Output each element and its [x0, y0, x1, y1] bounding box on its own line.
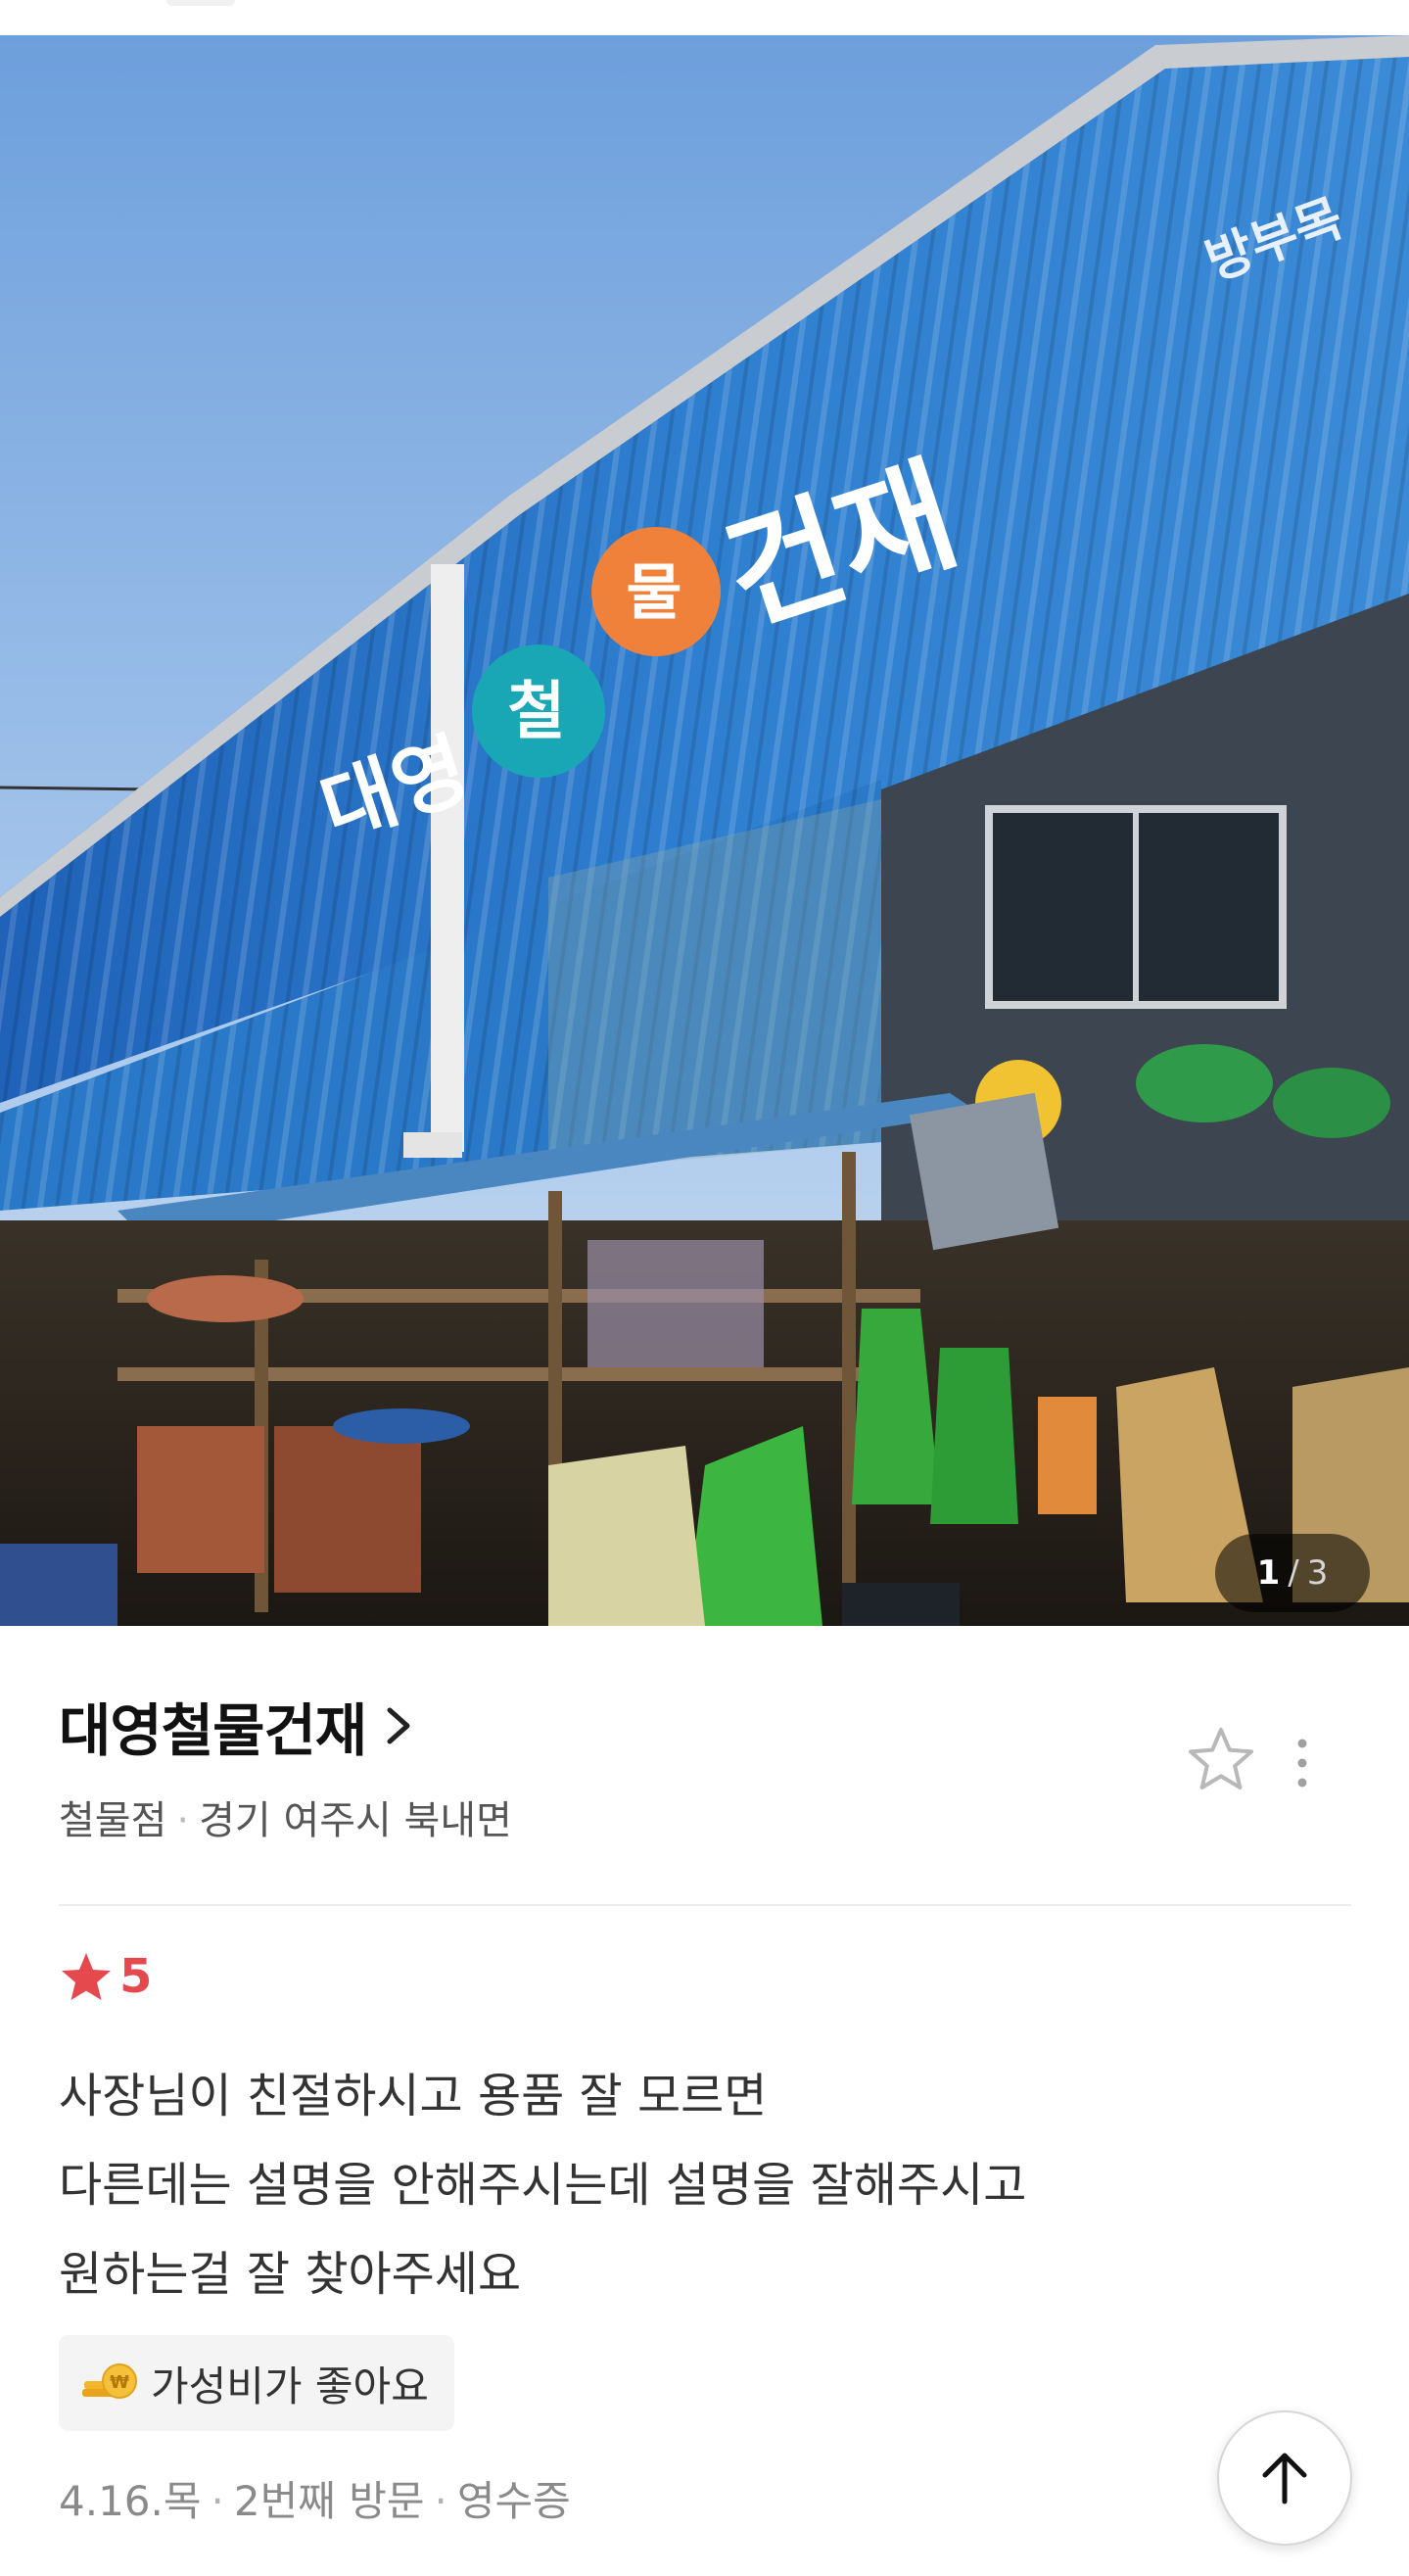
more-vertical-icon[interactable] [1283, 1734, 1322, 1792]
svg-text:철: 철 [508, 676, 566, 748]
review-tag-chip: ₩ 가성비가 좋아요 [59, 2335, 454, 2431]
review-line: 사장님이 친절하시고 용품 잘 모르면 [59, 2069, 768, 2123]
review-text: 사장님이 친절하시고 용품 잘 모르면 다른데는 설명을 안해주시는데 설명을 … [59, 2052, 1332, 2319]
place-info: 대영철물건재 철물점 · 경기 여주시 북내면 [59, 1685, 1351, 1845]
top-bar [0, 0, 1409, 35]
svg-text:₩: ₩ [110, 2372, 129, 2393]
scroll-top-button[interactable] [1217, 2410, 1352, 2546]
meta-separator: · [176, 1798, 190, 1843]
drag-handle [166, 0, 235, 6]
photo-counter-current: 1 [1256, 1553, 1281, 1593]
review-footer: 4.16.목 · 2번째 방문 · 영수증 [59, 2468, 571, 2528]
place-meta: 철물점 · 경기 여주시 북내면 [59, 1789, 1351, 1845]
review-proof: 영수증 [456, 2477, 571, 2525]
coins-icon: ₩ [82, 2363, 137, 2399]
section-divider [59, 1904, 1351, 1906]
review-tag-label: 가성비가 좋아요 [151, 2361, 429, 2410]
review-rating: 5 [59, 1949, 152, 2004]
place-title-link[interactable]: 대영철물건재 [59, 1685, 1351, 1767]
rating-value: 5 [119, 1949, 153, 2004]
photo-counter: 1 / 3 [1215, 1534, 1370, 1612]
svg-text:물: 물 [626, 556, 681, 628]
chevron-right-icon [387, 1707, 410, 1744]
star-outline-icon[interactable] [1185, 1724, 1257, 1796]
place-category: 철물점 [59, 1798, 167, 1843]
footer-separator: · [211, 2477, 224, 2525]
arrow-up-icon [1262, 2453, 1307, 2504]
review-line: 원하는걸 잘 찾아주세요 [59, 2247, 522, 2302]
photo-counter-total: 3 [1306, 1553, 1329, 1593]
photo-counter-separator: / [1288, 1553, 1299, 1593]
review-visit-count: 2번째 방문 [233, 2477, 425, 2525]
review-date: 4.16.목 [59, 2477, 202, 2525]
review-line: 다른데는 설명을 안해주시는데 설명을 잘해주시고 [59, 2158, 1027, 2213]
star-filled-icon [62, 1953, 111, 2000]
place-name: 대영철물건재 [59, 1697, 367, 1764]
place-location: 경기 여주시 북내면 [199, 1798, 512, 1843]
place-photo[interactable]: 철 물 대영 건재 방부목 1 / 3 [0, 35, 1409, 1626]
footer-separator: · [434, 2477, 447, 2525]
